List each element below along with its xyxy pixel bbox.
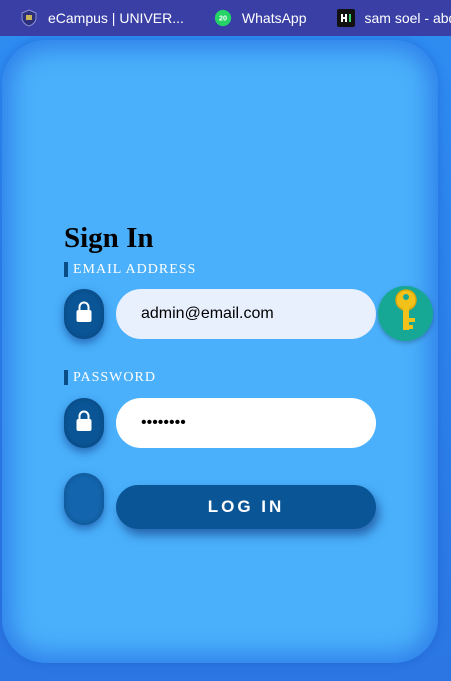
bookmark-sam-soel[interactable]: sam soel - abd — [317, 0, 451, 36]
page-title: Sign In — [64, 222, 154, 254]
email-field[interactable] — [116, 289, 376, 339]
email-label: EMAIL ADDRESS — [64, 262, 196, 277]
university-crest-icon — [20, 9, 38, 27]
lock-icon — [75, 301, 93, 328]
bookmark-ecampus[interactable]: eCampus | UNIVER... — [0, 0, 194, 36]
login-button[interactable]: LOG IN — [116, 485, 376, 529]
key-button[interactable] — [378, 286, 433, 341]
bookmark-label: sam soel - abd — [364, 10, 451, 26]
login-card — [2, 40, 438, 663]
key-icon — [391, 288, 421, 339]
button-side-badge — [64, 473, 104, 525]
lock-icon — [75, 410, 93, 437]
bookmark-whatsapp[interactable]: 20 WhatsApp — [194, 0, 317, 36]
password-lock-badge — [64, 398, 104, 448]
email-lock-badge — [64, 289, 104, 339]
password-label: PASSWORD — [64, 370, 156, 385]
bookmark-label: eCampus | UNIVER... — [48, 10, 184, 26]
whatsapp-badge-count: 20 — [219, 14, 227, 23]
password-field[interactable] — [116, 398, 376, 448]
whatsapp-icon: 20 — [214, 9, 232, 27]
bookmarks-bar: eCampus | UNIVER... 20 WhatsApp sam soel… — [0, 0, 451, 36]
hashnode-icon — [336, 9, 355, 27]
bookmark-label: WhatsApp — [241, 10, 307, 26]
page-background: Sign In EMAIL ADDRESS PASSWORD — [0, 36, 451, 681]
